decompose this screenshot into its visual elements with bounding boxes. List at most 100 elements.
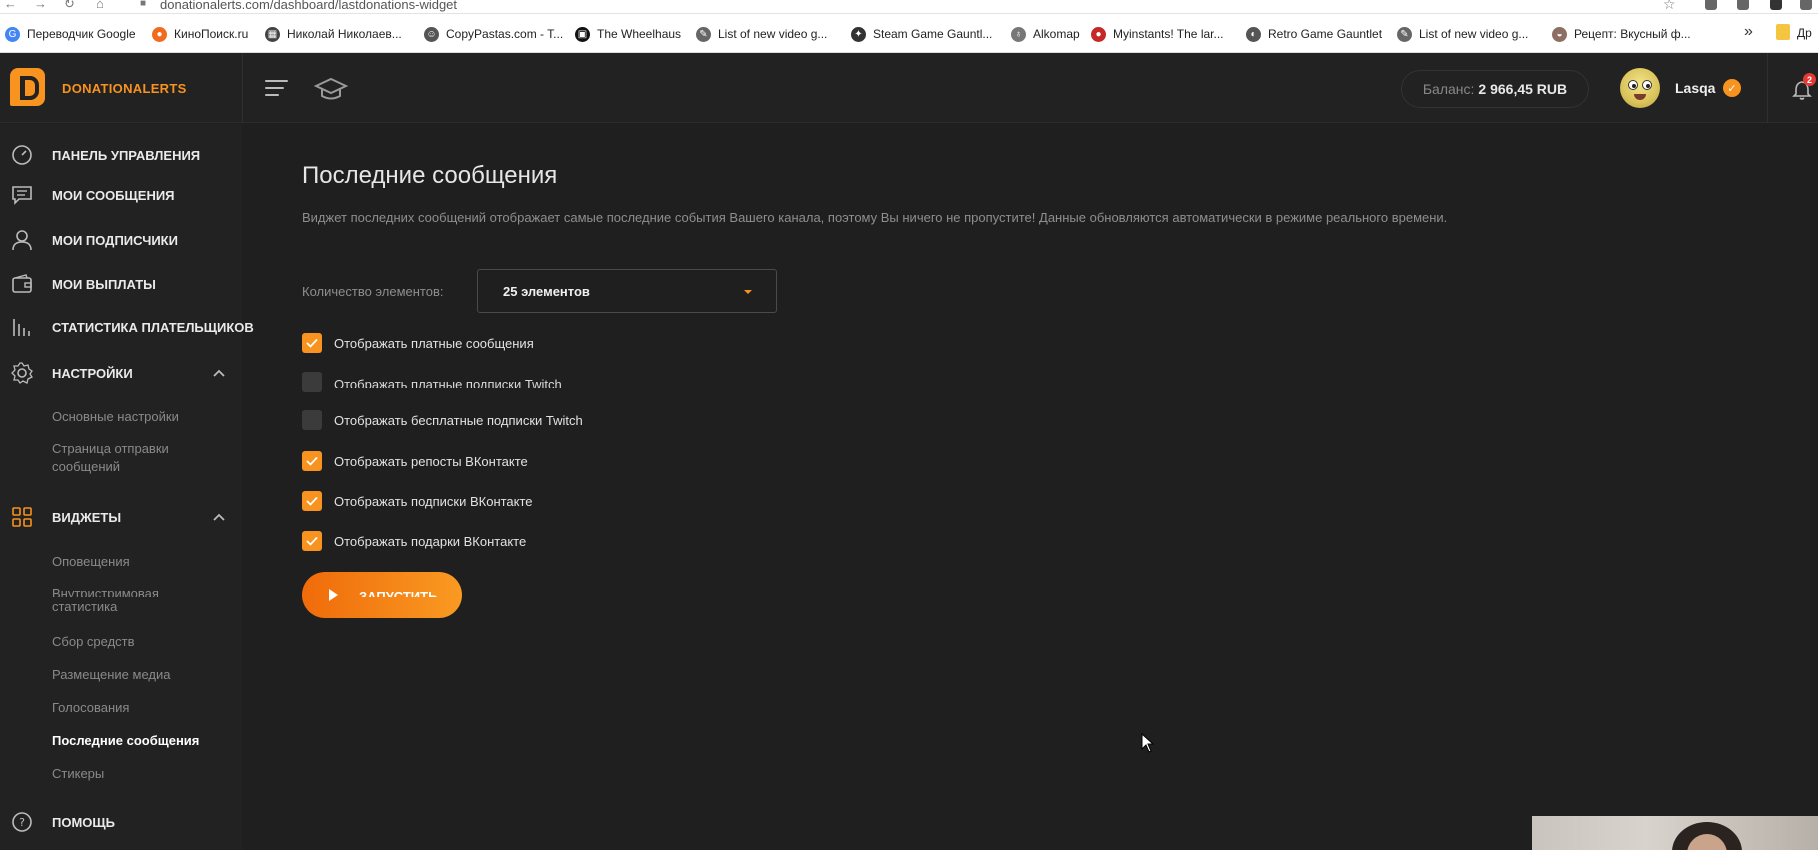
bookmark-label: CopyPastas.com - T... bbox=[446, 27, 564, 41]
bookmark-item[interactable]: ☺ CopyPastas.com - T... bbox=[424, 25, 563, 43]
bookmark-favicon-icon: ✎ bbox=[1397, 26, 1412, 42]
option-vk-subscriptions[interactable]: Отображать подписки ВКонтакте bbox=[302, 491, 533, 511]
page-description: Виджет последних сообщений отображает са… bbox=[302, 210, 1448, 225]
option-paid-messages[interactable]: Отображать платные сообщения bbox=[302, 333, 534, 353]
extension-icon[interactable] bbox=[1800, 0, 1812, 10]
brand-name[interactable]: DONATIONALERTS bbox=[62, 81, 187, 96]
sidebar-subitem-label-line: Внутристримовая bbox=[52, 586, 159, 597]
option-vk-reposts[interactable]: Отображать репосты ВКонтакте bbox=[302, 451, 528, 471]
sidebar-item-payouts[interactable]: МОИ ВЫПЛАТЫ bbox=[0, 272, 242, 296]
bookmark-item[interactable]: ▣ The Wheelhaus bbox=[575, 25, 681, 43]
checkbox-checked[interactable] bbox=[302, 451, 322, 471]
check-icon bbox=[306, 338, 318, 348]
bookmark-favicon-icon: ▦ bbox=[265, 26, 280, 42]
sidebar-subitem-stream-stats[interactable]: Внутристримовая статистика bbox=[52, 586, 232, 618]
avatar[interactable] bbox=[1620, 68, 1660, 108]
caret-down-icon bbox=[744, 290, 752, 294]
bookmark-favicon-icon: ◒ bbox=[1552, 26, 1567, 42]
launch-button[interactable]: ЗАПУСТИТЬ bbox=[302, 572, 462, 618]
balance-pill[interactable]: Баланс: 2 966,45 RUB bbox=[1401, 70, 1589, 108]
bookmark-item[interactable]: ◒ Рецепт: Вкусный ф... bbox=[1552, 25, 1691, 43]
mouse-cursor-icon bbox=[1141, 733, 1155, 753]
extension-icon[interactable] bbox=[1770, 0, 1782, 10]
bookmark-item[interactable]: G Переводчик Google bbox=[5, 25, 136, 43]
checkbox-checked[interactable] bbox=[302, 491, 322, 511]
checkbox-checked[interactable] bbox=[302, 333, 322, 353]
sidebar-subitem-stickers[interactable]: Стикеры bbox=[52, 765, 232, 783]
bookmark-favicon-icon: ▣ bbox=[575, 26, 590, 42]
sidebar-subitem-alerts[interactable]: Оповещения bbox=[52, 553, 232, 571]
bookmark-label: Retro Game Gauntlet bbox=[1268, 27, 1383, 41]
sidebar-item-label: МОИ ПОДПИСЧИКИ bbox=[52, 232, 178, 248]
sidebar-item-label: НАСТРОЙКИ bbox=[52, 365, 133, 381]
sidebar-subitem-donation-page[interactable]: Страница отправки сообщений bbox=[52, 440, 232, 476]
sidebar-item-payer-stats[interactable]: СТАТИСТИКА ПЛАТЕЛЬЩИКОВ bbox=[0, 315, 254, 339]
home-icon[interactable]: ⌂ bbox=[96, 0, 104, 11]
checkbox-unchecked[interactable] bbox=[302, 410, 322, 430]
bookmark-label: Myinstants! The lar... bbox=[1113, 27, 1224, 41]
bookmarks-bar: G Переводчик Google ● КиноПоиск.ru ▦ Николай … bbox=[0, 14, 1818, 53]
gauge-icon bbox=[11, 144, 33, 166]
bookmark-item[interactable]: ♁ Alkomap bbox=[1011, 25, 1080, 43]
webcam-overlay bbox=[1532, 816, 1818, 850]
grid-icon bbox=[11, 506, 33, 528]
extension-icon[interactable] bbox=[1705, 0, 1717, 10]
sidebar-subitem-polls[interactable]: Голосования bbox=[52, 699, 232, 717]
bookmark-favicon-icon: ♁ bbox=[1011, 26, 1026, 42]
checkbox-checked[interactable] bbox=[302, 531, 322, 551]
check-icon bbox=[306, 536, 318, 546]
sidebar-item-dashboard[interactable]: ПАНЕЛЬ УПРАВЛЕНИЯ bbox=[0, 143, 242, 167]
chevron-up-icon[interactable] bbox=[212, 510, 226, 524]
sidebar-item-settings[interactable]: НАСТРОЙКИ bbox=[0, 361, 242, 385]
balance-label: Баланс: bbox=[1422, 81, 1475, 97]
bookmark-label: The Wheelhaus bbox=[597, 27, 682, 41]
bookmark-item[interactable]: ✦ Steam Game Gauntl... bbox=[851, 25, 992, 43]
bookmark-item[interactable]: ▦ Николай Николаев... bbox=[265, 25, 402, 43]
option-paid-twitch-subs[interactable]: Отображать платные подписки Twitch bbox=[302, 372, 562, 392]
logo-icon[interactable] bbox=[10, 68, 45, 106]
bookmark-item[interactable]: ✎ List of new video g... bbox=[696, 25, 827, 43]
bar-chart-icon bbox=[11, 316, 33, 338]
bookmark-item[interactable]: ◐ Retro Game Gauntlet bbox=[1246, 25, 1382, 43]
bookmark-item[interactable]: ● КиноПоиск.ru bbox=[152, 25, 248, 43]
sidebar-subitem-media[interactable]: Размещение медиа bbox=[52, 666, 232, 684]
chevron-up-icon[interactable] bbox=[212, 366, 226, 380]
user-icon bbox=[11, 229, 33, 251]
bookmark-label[interactable]: Др bbox=[1797, 26, 1812, 40]
menu-icon[interactable] bbox=[265, 80, 288, 96]
bookmark-item[interactable]: ● Myinstants! The lar... bbox=[1091, 25, 1224, 43]
back-icon[interactable]: ← bbox=[4, 0, 17, 11]
option-vk-gifts[interactable]: Отображать подарки ВКонтакте bbox=[302, 531, 526, 551]
bookmarks-overflow-icon[interactable]: » bbox=[1744, 23, 1753, 41]
sidebar-item-help[interactable]: ? ПОМОЩЬ bbox=[0, 810, 242, 834]
reload-icon[interactable]: ↻ bbox=[64, 0, 75, 12]
svg-text:?: ? bbox=[19, 816, 25, 829]
bookmark-favicon-icon: ● bbox=[152, 26, 167, 42]
option-label: Отображать платные подписки Twitch bbox=[334, 376, 562, 388]
lock-icon: ■ bbox=[140, 0, 147, 9]
option-label: Отображать подарки ВКонтакте bbox=[334, 533, 527, 549]
launch-button-label: ЗАПУСТИТЬ bbox=[359, 589, 438, 597]
bookmark-label: Николай Николаев... bbox=[287, 27, 402, 41]
checkbox-unchecked[interactable] bbox=[302, 372, 322, 392]
browser-address-bar: ← → ↻ ⌂ ■ donationalerts.com/dashboard/l… bbox=[0, 0, 1818, 14]
option-free-twitch-subs[interactable]: Отображать бесплатные подписки Twitch bbox=[302, 410, 583, 430]
bookmark-label: КиноПоиск.ru bbox=[174, 27, 249, 41]
bookmark-star-icon[interactable]: ☆ bbox=[1663, 0, 1676, 13]
sidebar-subitem-fundraising[interactable]: Сбор средств bbox=[52, 633, 232, 651]
forward-icon[interactable]: → bbox=[34, 0, 47, 11]
sidebar-item-subscribers[interactable]: МОИ ПОДПИСЧИКИ bbox=[0, 228, 242, 252]
username[interactable]: Lasqa bbox=[1675, 80, 1715, 96]
sidebar-item-messages[interactable]: МОИ СООБЩЕНИЯ bbox=[0, 183, 242, 207]
sidebar-subitem-basic-settings[interactable]: Основные настройки bbox=[52, 408, 232, 426]
option-label: Отображать платные сообщения bbox=[334, 335, 534, 351]
folder-icon[interactable] bbox=[1776, 24, 1790, 40]
sidebar-subitem-last-messages[interactable]: Последние сообщения bbox=[52, 732, 232, 750]
graduation-cap-icon[interactable] bbox=[314, 77, 348, 101]
extension-icon[interactable] bbox=[1737, 0, 1749, 10]
sidebar-item-label: ПОМОЩЬ bbox=[52, 814, 115, 830]
url-text[interactable]: donationalerts.com/dashboard/lastdonatio… bbox=[160, 0, 457, 12]
bookmark-item[interactable]: ✎ List of new video g... bbox=[1397, 25, 1528, 43]
count-select[interactable]: 25 элементов bbox=[477, 269, 777, 313]
sidebar-item-widgets[interactable]: ВИДЖЕТЫ bbox=[0, 505, 242, 529]
